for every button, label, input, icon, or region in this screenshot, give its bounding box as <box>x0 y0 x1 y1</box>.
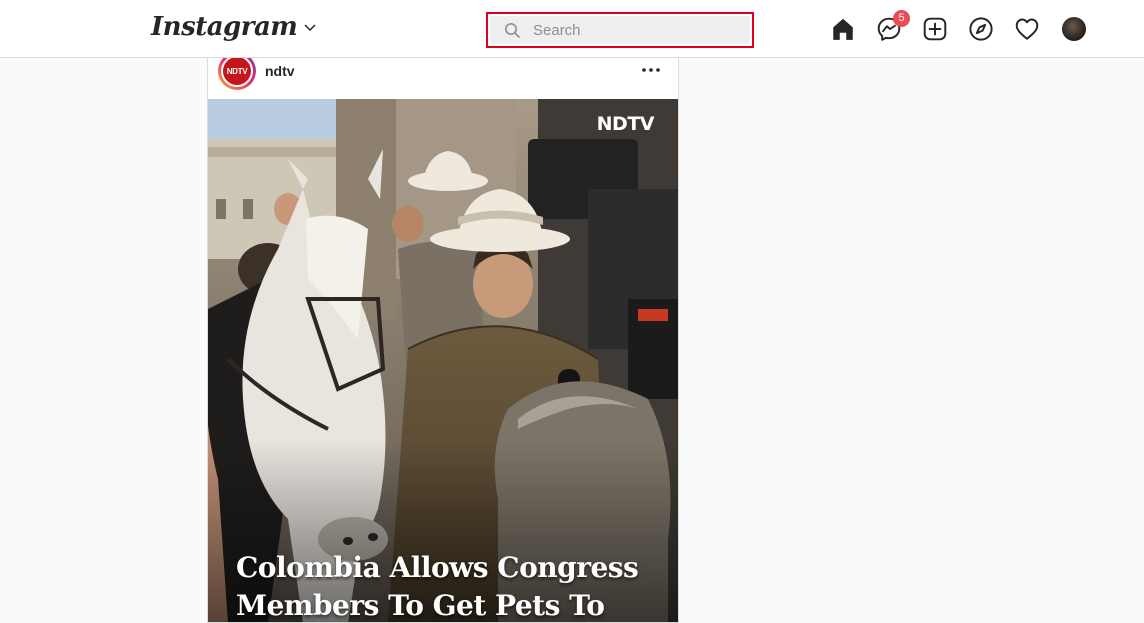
logo-text[interactable]: Instagram <box>151 12 298 42</box>
activity-button[interactable] <box>1014 16 1040 42</box>
new-post-button[interactable] <box>922 16 948 42</box>
home-button[interactable] <box>830 16 856 42</box>
post-image[interactable]: NDTV Colombia Allows Congress Members To… <box>208 99 678 622</box>
messenger-button[interactable]: 5 <box>876 10 910 42</box>
search-highlight-box <box>486 12 754 48</box>
feed-post: NDTV ndtv NDTV Colombia Allows Congress … <box>207 58 679 623</box>
post-username[interactable]: ndtv <box>265 63 295 79</box>
explore-icon <box>969 17 993 41</box>
messenger-badge: 5 <box>893 10 910 27</box>
post-photo <box>208 99 678 622</box>
home-icon <box>833 18 853 40</box>
image-watermark-logo: NDTV <box>596 113 655 135</box>
image-headline: Colombia Allows Congress Members To Get … <box>236 551 639 622</box>
top-navigation-bar: Instagram 5 <box>0 0 1144 58</box>
post-avatar[interactable]: NDTV <box>221 58 253 87</box>
story-ring[interactable]: NDTV <box>218 58 256 90</box>
search-input[interactable] <box>531 20 735 40</box>
instagram-logo[interactable]: Instagram <box>151 12 317 42</box>
search-icon <box>505 23 520 38</box>
search-bar[interactable] <box>490 16 750 44</box>
post-header: NDTV ndtv <box>208 58 678 100</box>
new-post-icon <box>923 17 947 41</box>
explore-button[interactable] <box>968 16 994 42</box>
activity-heart-icon <box>1015 18 1039 40</box>
nav-icons: 5 <box>830 10 1086 42</box>
profile-avatar[interactable] <box>1062 17 1086 41</box>
more-options-icon[interactable] <box>639 62 663 78</box>
chevron-down-icon[interactable] <box>303 20 317 34</box>
